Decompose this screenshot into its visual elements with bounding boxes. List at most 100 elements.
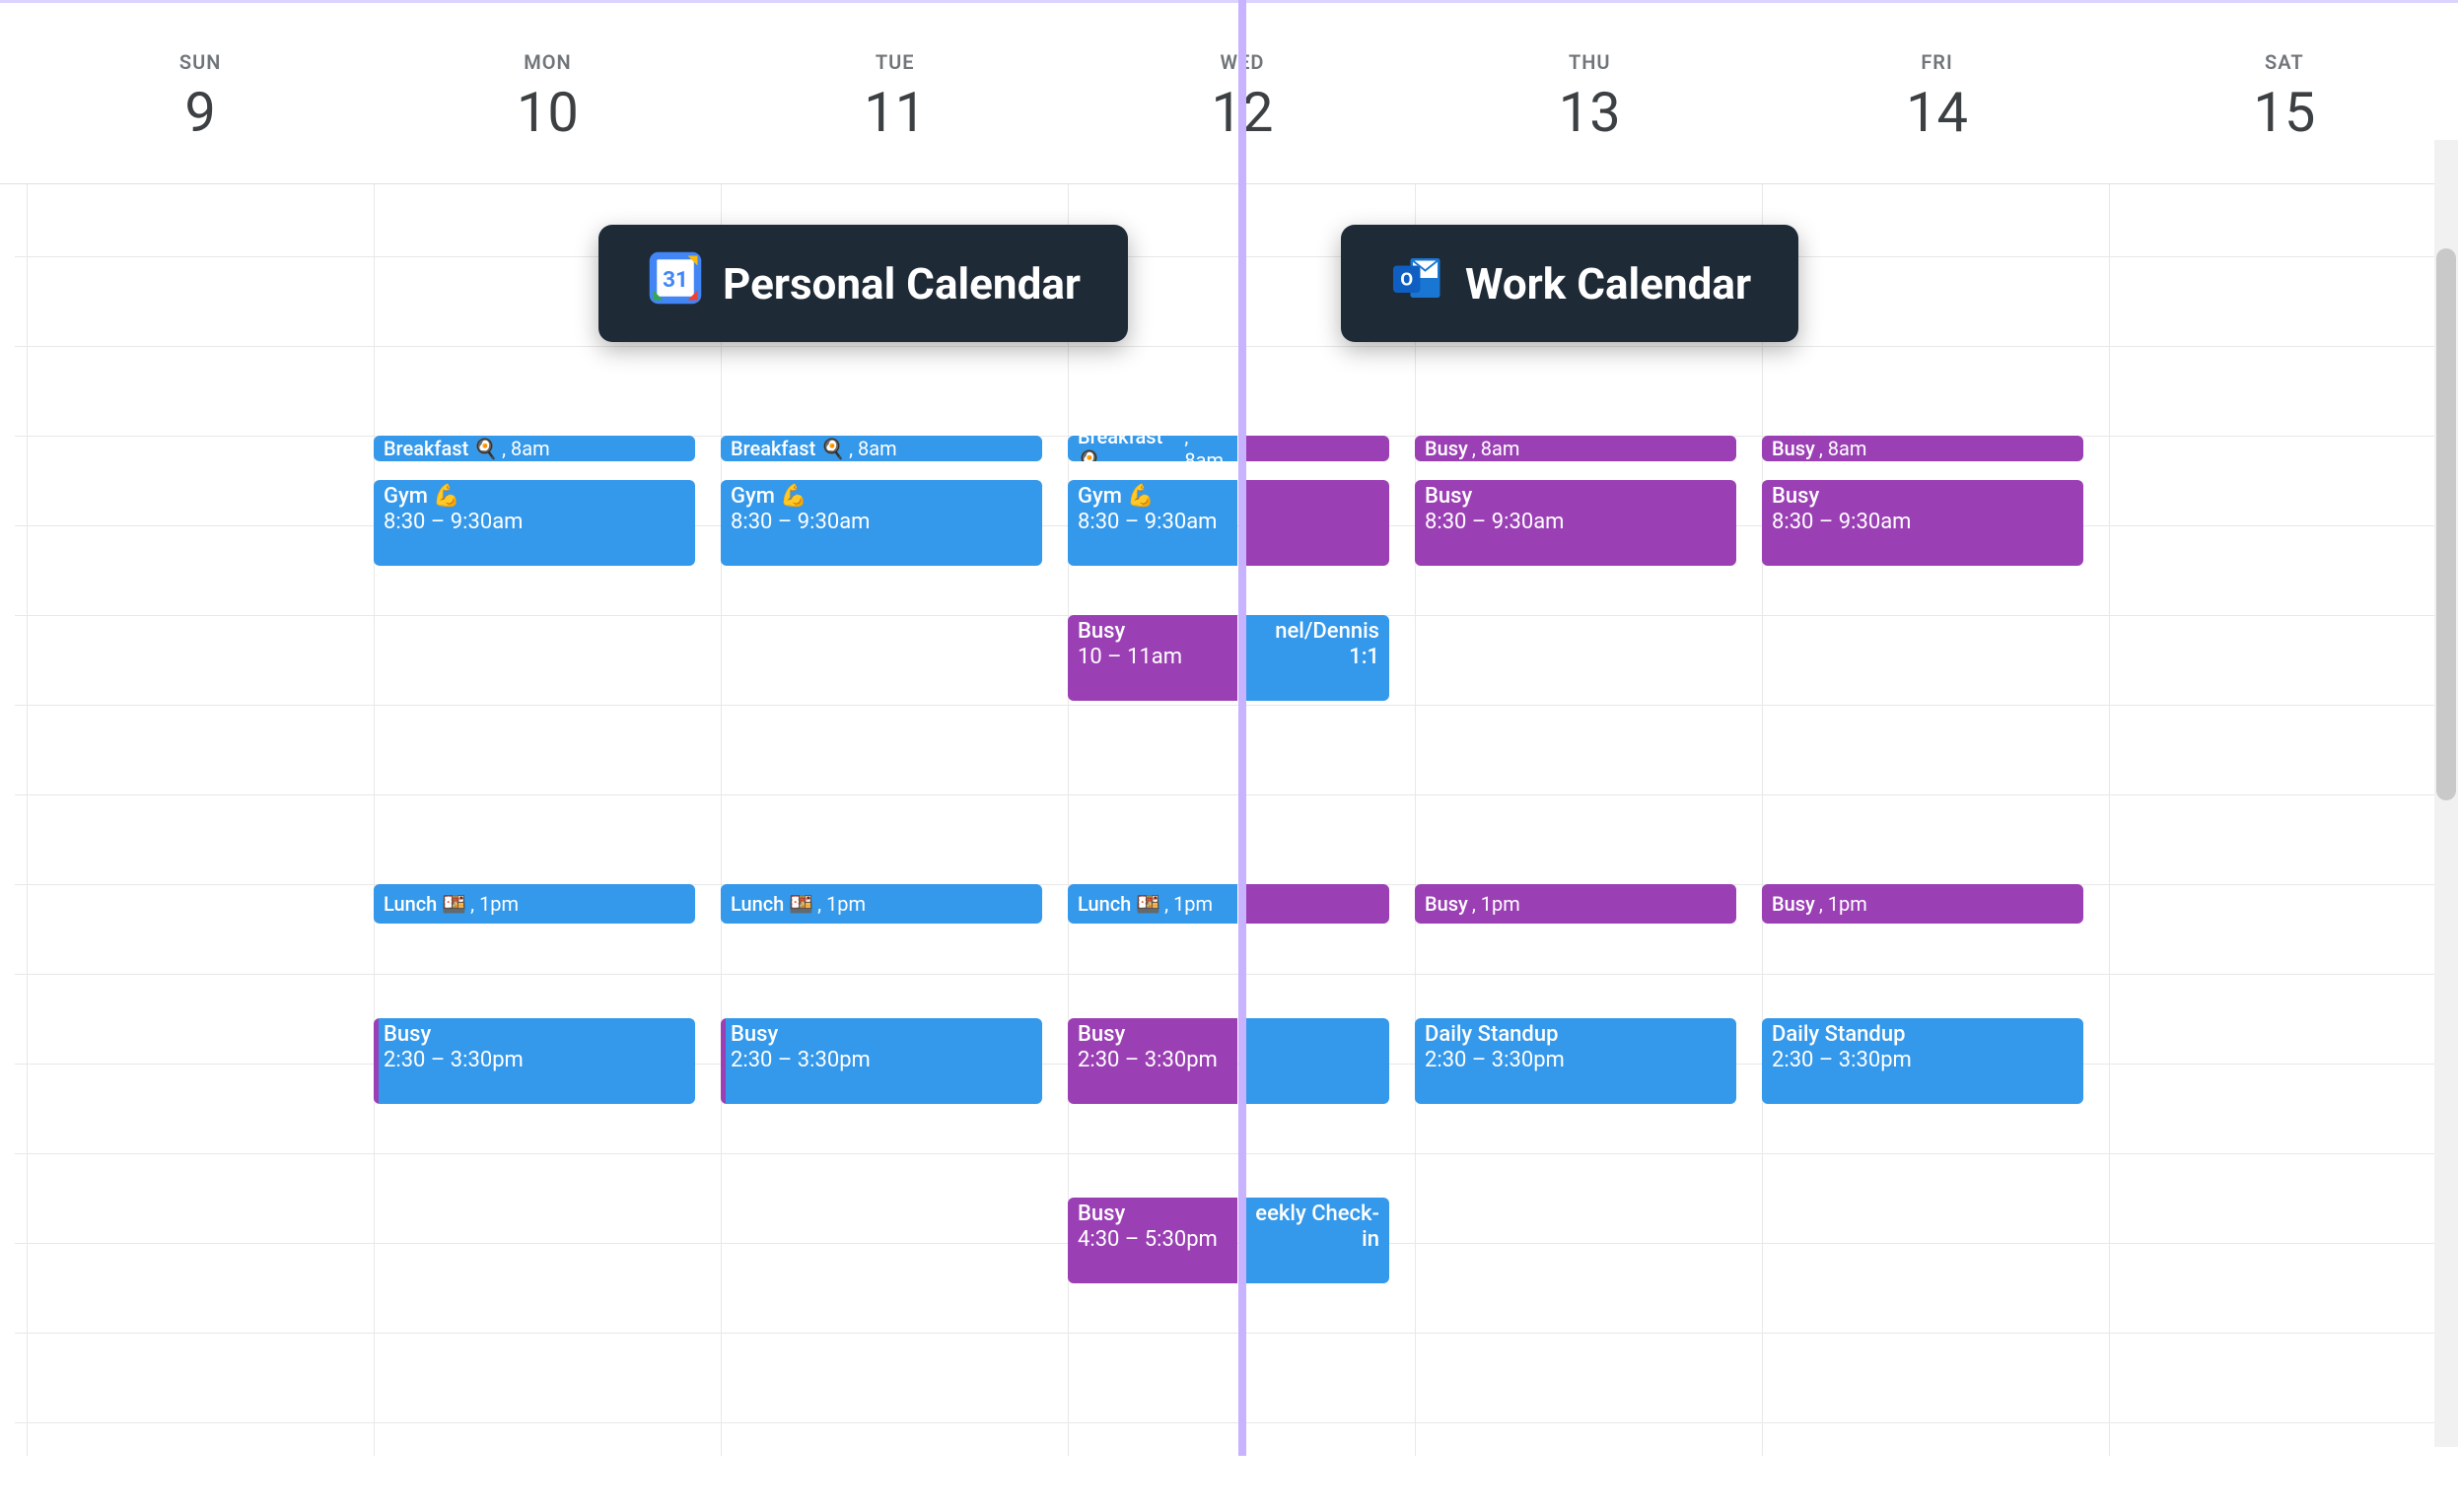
event-daily-standup[interactable]: Daily Standup2:30 – 3:30pm [1415, 1018, 1736, 1104]
day-header-thu[interactable]: THU13 [1416, 3, 1763, 183]
hour-line [15, 256, 2440, 346]
event-busy[interactable] [1245, 480, 1389, 566]
event-time: 2:30 – 3:30pm [384, 1048, 685, 1073]
event-time: , 8am [1472, 437, 1520, 460]
event-time: , 1pm [1819, 892, 1867, 916]
hour-line [15, 794, 2440, 884]
event-time: 2:30 – 3:30pm [1425, 1048, 1726, 1073]
weekday-label: MON [374, 50, 721, 74]
event-busy-8am[interactable]: Busy, 8am [1415, 436, 1736, 461]
event-title: Lunch 🍱 [384, 892, 466, 916]
day-headers: SUN9 MON10 TUE11 WED12 THU13 FRI14 SAT15 [0, 0, 2458, 184]
event-lunch[interactable]: Lunch 🍱, 1pm [721, 884, 1042, 924]
event-gym[interactable]: Gym 💪8:30 – 9:30am [721, 480, 1042, 566]
event-title: Busy [384, 1022, 685, 1048]
event-time: 8:30 – 9:30am [1425, 510, 1726, 535]
event-meeting-1on1[interactable]: nel/Dennis 1:1 [1245, 615, 1389, 701]
time-grid[interactable]: Breakfast 🍳, 8am Gym 💪8:30 – 9:30am Lunc… [0, 184, 2458, 1456]
event-title: Gym 💪 [1078, 484, 1228, 510]
event-weekly-checkin[interactable]: eekly Check-in [1245, 1198, 1389, 1283]
event-title: Gym 💪 [384, 484, 685, 510]
event-time: 2:30 – 3:30pm [731, 1048, 1032, 1073]
weekday-label: SUN [27, 50, 374, 74]
outlook-icon: O [1388, 248, 1447, 318]
event-breakfast[interactable]: Breakfast 🍳, 8am [721, 436, 1042, 461]
personal-calendar-badge: 31 Personal Calendar [598, 225, 1128, 342]
event-busy-430pm[interactable]: Busy4:30 – 5:30pm [1068, 1198, 1237, 1283]
event-time: 2:30 – 3:30pm [1078, 1048, 1228, 1073]
event-title: Lunch 🍱 [731, 892, 813, 916]
hour-line [15, 1333, 2440, 1422]
event-busy-830am[interactable]: Busy8:30 – 9:30am [1762, 480, 2083, 566]
event-title: nel/Dennis 1:1 [1255, 619, 1379, 671]
gutter [0, 3, 27, 183]
weekday-label: THU [1416, 50, 1763, 74]
hour-line [15, 705, 2440, 794]
event-title: Busy [1078, 619, 1228, 645]
event-time: , 8am [849, 437, 897, 460]
event-lunch[interactable]: Lunch 🍱, 1pm [374, 884, 695, 924]
hour-line [15, 346, 2440, 436]
col-line [721, 184, 722, 1456]
day-number: 10 [374, 80, 721, 145]
svg-text:31: 31 [663, 267, 688, 293]
event-busy-pm[interactable]: Busy2:30 – 3:30pm [374, 1018, 695, 1104]
event-busy-10am[interactable]: Busy10 – 11am [1068, 615, 1237, 701]
event-title: Busy [1425, 437, 1468, 460]
weekday-label: TUE [722, 50, 1069, 74]
event-time: 10 – 11am [1078, 645, 1228, 670]
event-time: , 1pm [817, 892, 866, 916]
event-title: Busy [1772, 437, 1815, 460]
event-time: 2:30 – 3:30pm [1772, 1048, 2073, 1073]
event-title: Busy [1078, 1202, 1228, 1227]
scrollbar-thumb[interactable] [2436, 248, 2456, 800]
event-title: Daily Standup [1772, 1022, 2073, 1048]
event-title: Breakfast 🍳 [384, 437, 498, 460]
event-busy-8am[interactable]: Busy, 8am [1762, 436, 2083, 461]
day-header-sun[interactable]: SUN9 [27, 3, 374, 183]
svg-text:O: O [1400, 269, 1413, 291]
day-header-tue[interactable]: TUE 11 [722, 3, 1069, 183]
event-time: , 1pm [1164, 892, 1213, 916]
event-gym[interactable]: Gym 💪8:30 – 9:30am [374, 480, 695, 566]
event-busy-830am[interactable]: Busy8:30 – 9:30am [1415, 480, 1736, 566]
event-lunch[interactable]: Lunch 🍱, 1pm [1068, 884, 1237, 924]
event-busy[interactable] [1245, 884, 1389, 924]
col-line [2109, 184, 2110, 1456]
event-standup[interactable] [1245, 1018, 1389, 1104]
event-title: eekly Check-in [1255, 1202, 1379, 1254]
event-busy-pm[interactable]: Busy2:30 – 3:30pm [1068, 1018, 1237, 1104]
day-header-fri[interactable]: FRI14 [1763, 3, 2110, 183]
col-line [1762, 184, 1763, 1456]
event-title: Busy [1772, 484, 2073, 510]
event-busy-1pm[interactable]: Busy, 1pm [1415, 884, 1736, 924]
vertical-scrollbar[interactable] [2434, 140, 2458, 1447]
event-breakfast[interactable]: Breakfast 🍳, 8am [374, 436, 695, 461]
day-number: 11 [722, 80, 1069, 145]
event-title: Breakfast 🍳 [1078, 436, 1180, 461]
event-time: , 8am [502, 437, 550, 460]
event-title: Lunch 🍱 [1078, 892, 1160, 916]
event-time: , 1pm [470, 892, 519, 916]
day-number: 14 [1763, 80, 2110, 145]
event-time: 8:30 – 9:30am [731, 510, 1032, 535]
hour-line [15, 1422, 2440, 1512]
col-line [374, 184, 375, 1456]
event-gym[interactable]: Gym 💪8:30 – 9:30am [1068, 480, 1237, 566]
day-header-sat[interactable]: SAT15 [2111, 3, 2458, 183]
event-breakfast[interactable]: Breakfast 🍳, 8am [1068, 436, 1237, 461]
col-line [27, 184, 28, 1456]
col-line [1415, 184, 1416, 1456]
event-title: Busy [1425, 892, 1468, 916]
event-busy-pm[interactable]: Busy2:30 – 3:30pm [721, 1018, 1042, 1104]
split-divider [1238, 0, 1246, 1456]
event-time: 8:30 – 9:30am [384, 510, 685, 535]
event-time: 8:30 – 9:30am [1772, 510, 2073, 535]
event-busy[interactable] [1245, 436, 1389, 461]
calendar-week-view: SUN9 MON10 TUE11 WED12 THU13 FRI14 SAT15… [0, 0, 2458, 1456]
event-title: Breakfast 🍳 [731, 437, 845, 460]
event-daily-standup[interactable]: Daily Standup2:30 – 3:30pm [1762, 1018, 2083, 1104]
event-busy-1pm[interactable]: Busy, 1pm [1762, 884, 2083, 924]
day-header-mon[interactable]: MON 10 [374, 3, 721, 183]
event-time: 4:30 – 5:30pm [1078, 1227, 1228, 1253]
